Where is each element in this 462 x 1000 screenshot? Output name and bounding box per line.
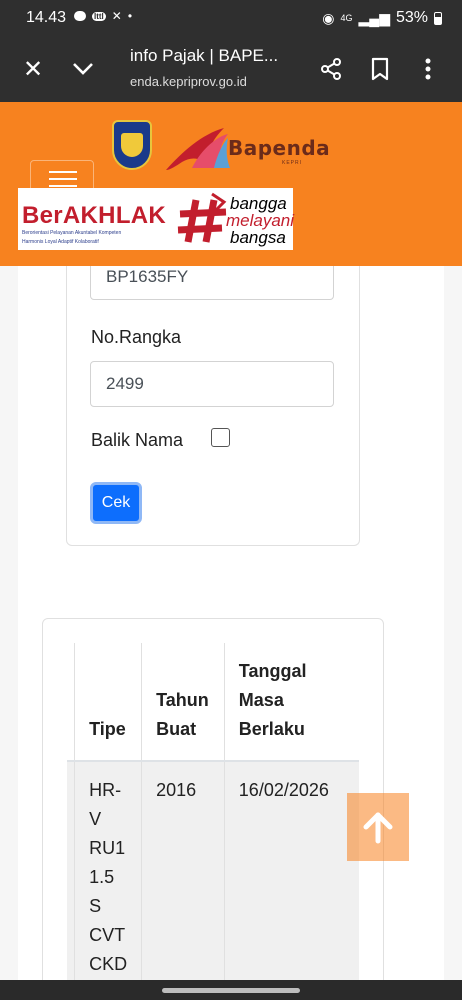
plate-number-field[interactable]: BP1635FY [90,266,334,300]
kepri-emblem-logo [112,120,152,170]
cek-button[interactable]: Cek [90,482,142,524]
hotspot-icon: ◉ [322,9,335,26]
berakhlak-tagline-1: Berorientasi Pelayanan Akuntabel Kompete… [22,230,122,236]
battery-percent: 53% [395,9,428,26]
result-table-scroll[interactable]: Tipe Tahun Buat Tanggal Masa Berlaku HR- V … [67,643,359,980]
cell-tahun-buat: 2016 [141,761,225,980]
notification-icons: Ittl ✕ • [74,9,132,23]
missed-call-icon: ✕ [111,9,122,23]
notification-badge: Ittl [92,11,106,21]
status-bar: 14.43 Ittl ✕ • ◉ 4G ▂▄▆ 53% [0,0,462,36]
bapenda-brand-name: Bapenda [228,136,331,160]
browser-toolbar: ✕ info Pajak | BAPE... enda.kepriprov.go… [0,36,462,102]
page-url[interactable]: enda.kepriprov.go.id [130,74,247,89]
slogan-bangsa: bangsa [230,228,286,247]
page-title[interactable]: info Pajak | BAPE... [130,46,300,66]
result-card: Tipe Tahun Buat Tanggal Masa Berlaku HR- V … [42,618,384,980]
result-table: Tipe Tahun Buat Tanggal Masa Berlaku HR- V … [67,643,359,980]
site-header: Bapenda KEPRI BerAKHLAK Berorientasi Pel… [0,102,462,266]
berakhlak-banner: BerAKHLAK Berorientasi Pelayanan Akuntab… [18,188,294,250]
header-tahun-buat: Tahun Buat [141,643,225,762]
berakhlak-title: BerAKHLAK [22,202,167,229]
table-header-stub [67,643,75,762]
share-icon[interactable] [316,54,346,84]
close-icon[interactable]: ✕ [18,54,48,84]
berakhlak-tagline-2: Harmonis Loyal Adaptif Kolaboratif [22,239,99,245]
status-time: 14.43 [26,9,67,26]
arrow-up-icon [363,812,393,844]
balik-nama-checkbox[interactable] [211,428,230,447]
system-icons: ◉ 4G ▂▄▆ 53% [322,9,442,27]
more-vert-icon[interactable] [413,54,443,84]
network-type: 4G [340,13,353,23]
bapenda-brand-subtitle: KEPRI [282,160,303,166]
table-row: HR- V RU1 1.5 S CVT CKD 2016 16/02/2026 [67,761,359,980]
signal-icon: ▂▄▆ [358,9,390,26]
bookmark-icon[interactable] [365,54,395,84]
scroll-to-top-button[interactable] [347,793,409,861]
header-tipe: Tipe [74,643,142,762]
battery-icon [434,11,442,25]
dot-icon: • [127,9,133,23]
home-gesture-pill[interactable] [162,988,300,993]
main-content[interactable]: BP1635FY No.Rangka 2499 Balik Nama Cek T… [0,266,462,980]
chat-bubble-icon [74,11,86,21]
gesture-nav-bar [0,980,462,1000]
chevron-down-icon[interactable] [68,54,98,84]
rangka-label: No.Rangka [91,327,182,347]
cell-tanggal-masa-berlaku: 16/02/2026 [223,761,359,980]
table-cell-stub [67,761,75,980]
hash-symbol-icon [177,192,227,243]
cell-tipe: HR- V RU1 1.5 S CVT CKD [74,761,142,980]
balik-nama-label: Balik Nama [91,430,184,450]
header-tanggal-masa-berlaku: Tanggal Masa Berlaku [223,643,359,762]
rangka-field[interactable]: 2499 [90,361,334,407]
table-header-row: Tipe Tahun Buat Tanggal Masa Berlaku [67,643,359,762]
